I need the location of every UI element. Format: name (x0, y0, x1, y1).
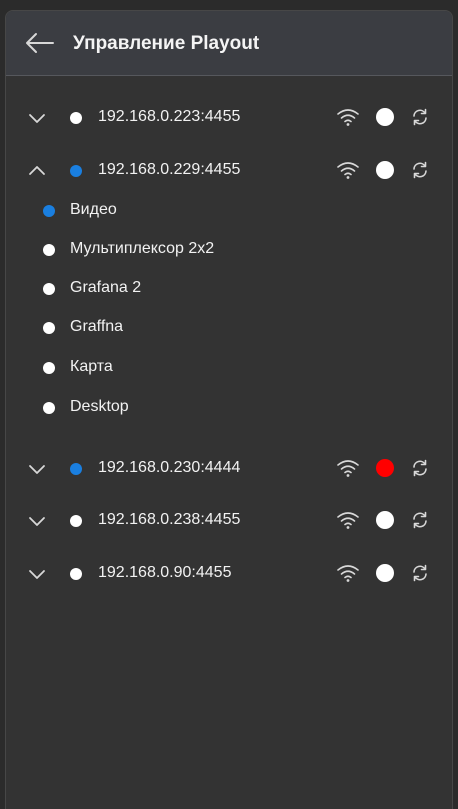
scene-item[interactable]: Desktop (6, 389, 452, 425)
chevron-down-icon[interactable] (28, 513, 46, 529)
scene-item[interactable]: Grafana 2 (6, 270, 452, 306)
wifi-icon[interactable] (336, 160, 360, 180)
device-indicator-dot (70, 463, 82, 475)
playout-panel: Управление Playout 192.168.0.223:4455 19… (5, 10, 453, 809)
refresh-icon[interactable] (410, 107, 430, 127)
wifi-icon[interactable] (336, 107, 360, 127)
panel-header: Управление Playout (6, 11, 452, 76)
chevron-down-icon[interactable] (28, 566, 46, 582)
device-indicator-dot (70, 515, 82, 527)
device-address: 192.168.0.229:4455 (98, 161, 241, 178)
scene-label: Desktop (70, 398, 129, 415)
scene-label: Graffna (70, 318, 124, 335)
back-arrow-icon[interactable] (22, 31, 58, 55)
device-row[interactable]: 192.168.0.90:4455 (6, 554, 452, 594)
device-row[interactable]: 192.168.0.238:4455 (6, 501, 452, 541)
scene-indicator-dot (43, 402, 55, 414)
scene-label: Видео (70, 201, 117, 218)
refresh-icon[interactable] (410, 563, 430, 583)
device-indicator-dot (70, 568, 82, 580)
device-address: 192.168.0.223:4455 (98, 108, 241, 125)
scene-label: Мультиплексор 2x2 (70, 240, 215, 257)
status-indicator (376, 108, 394, 126)
status-indicator (376, 161, 394, 179)
scene-indicator-dot (43, 244, 55, 256)
device-row[interactable]: 192.168.0.223:4455 (6, 98, 452, 138)
device-address: 192.168.0.230:4444 (98, 459, 241, 476)
scene-indicator-dot (43, 322, 55, 334)
chevron-down-icon[interactable] (28, 110, 46, 126)
scene-indicator-dot (43, 205, 55, 217)
device-row[interactable]: 192.168.0.230:4444 (6, 449, 452, 489)
device-address: 192.168.0.238:4455 (98, 511, 241, 528)
scene-label: Grafana 2 (70, 279, 142, 296)
scene-label: Карта (70, 358, 113, 375)
status-indicator (376, 511, 394, 529)
status-indicator (376, 564, 394, 582)
chevron-down-icon[interactable] (28, 461, 46, 477)
device-indicator-dot (70, 112, 82, 124)
refresh-icon[interactable] (410, 458, 430, 478)
wifi-icon[interactable] (336, 458, 360, 478)
chevron-up-icon[interactable] (28, 163, 46, 179)
refresh-icon[interactable] (410, 510, 430, 530)
device-address: 192.168.0.90:4455 (98, 564, 232, 581)
scene-item[interactable]: Graffna (6, 309, 452, 345)
scene-indicator-dot (43, 283, 55, 295)
wifi-icon[interactable] (336, 510, 360, 530)
scene-item[interactable]: Мультиплексор 2x2 (6, 231, 452, 267)
status-indicator (376, 459, 394, 477)
scene-item[interactable]: Карта (6, 349, 452, 385)
scene-item[interactable]: Видео (6, 192, 452, 228)
scene-indicator-dot (43, 362, 55, 374)
device-indicator-dot (70, 165, 82, 177)
wifi-icon[interactable] (336, 563, 360, 583)
page-title: Управление Playout (73, 33, 260, 54)
device-row[interactable]: 192.168.0.229:4455 (6, 151, 452, 191)
refresh-icon[interactable] (410, 160, 430, 180)
